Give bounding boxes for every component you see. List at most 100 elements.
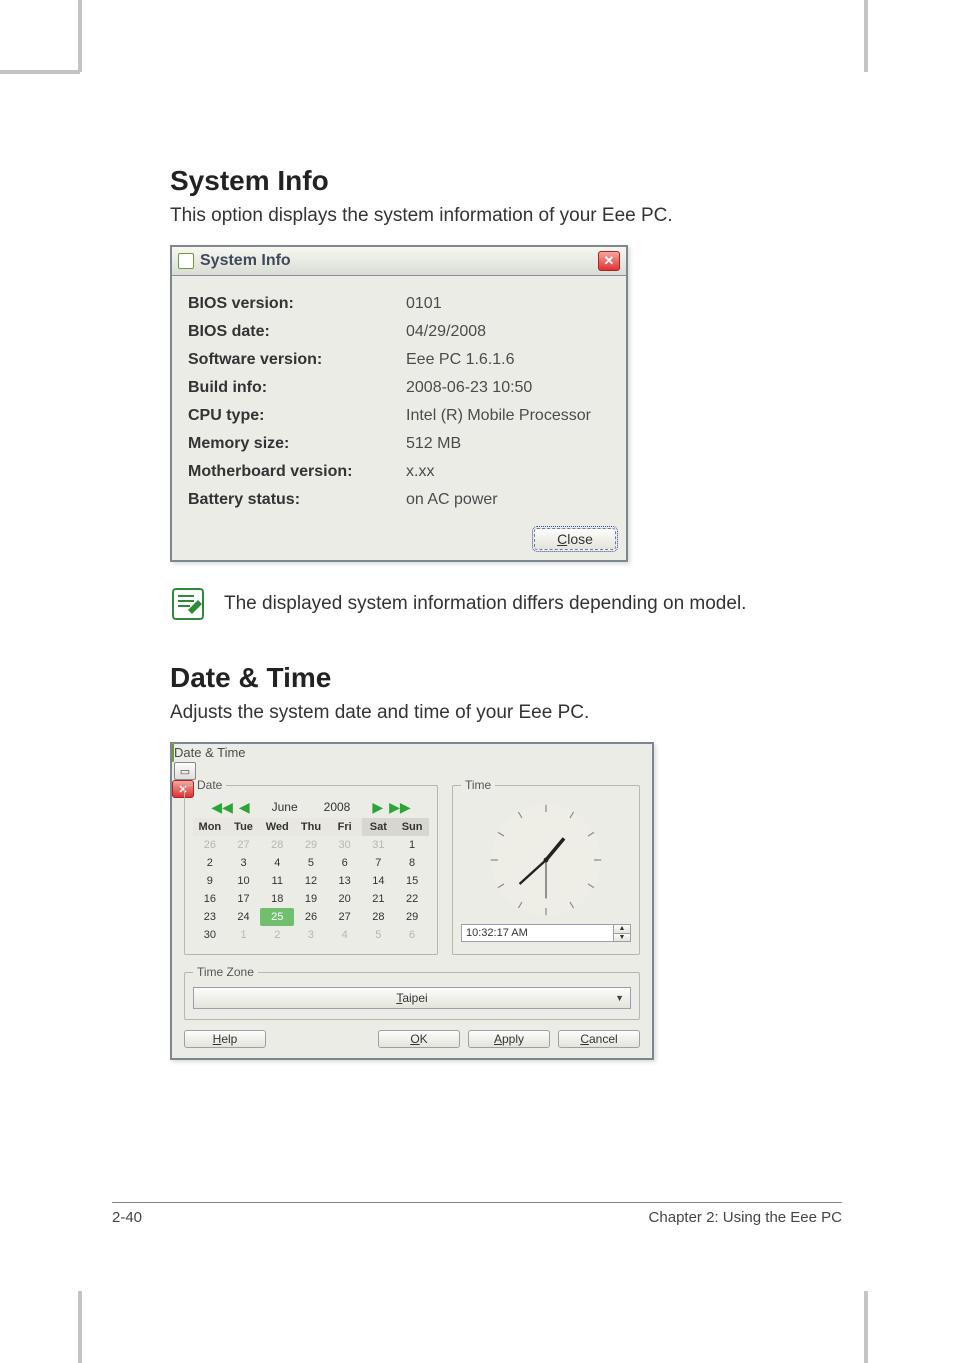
calendar-day[interactable]: 29 — [395, 908, 429, 926]
sysinfo-row: BIOS date:04/29/2008 — [188, 318, 610, 346]
calendar-day[interactable]: 30 — [328, 836, 362, 854]
sysinfo-key: Build info: — [188, 374, 406, 402]
calendar-day[interactable]: 22 — [395, 890, 429, 908]
spin-down-icon[interactable]: ▼ — [614, 934, 630, 942]
calendar-day[interactable]: 21 — [362, 890, 396, 908]
calendar-day[interactable]: 1 — [395, 836, 429, 854]
analog-clock — [461, 800, 631, 920]
calendar-day[interactable]: 14 — [362, 872, 396, 890]
sysinfo-value: Eee PC 1.6.1.6 — [406, 346, 610, 374]
prev-year-icon[interactable]: ◀◀ — [211, 800, 233, 814]
calendar-day[interactable]: 30 — [193, 926, 227, 944]
sysinfo-value: Intel (R) Mobile Processor — [406, 402, 610, 430]
calendar-day[interactable]: 3 — [227, 854, 261, 872]
calendar-day[interactable]: 4 — [260, 854, 294, 872]
calendar-day[interactable]: 6 — [328, 854, 362, 872]
sysinfo-key: BIOS version: — [188, 290, 406, 318]
calendar-day[interactable]: 12 — [294, 872, 328, 890]
calendar-day[interactable]: 13 — [328, 872, 362, 890]
date-time-dialog: Date & Time ▭ ✕ Date ◀◀ ◀ June 2008 — [170, 742, 654, 1060]
timezone-value: Taipei — [396, 991, 427, 1005]
calendar-day[interactable]: 19 — [294, 890, 328, 908]
sysinfo-row: Battery status:on AC power — [188, 486, 610, 514]
calendar-day[interactable]: 27 — [328, 908, 362, 926]
calendar-day[interactable]: 18 — [260, 890, 294, 908]
sysinfo-row: Software version:Eee PC 1.6.1.6 — [188, 346, 610, 374]
weekday-header: Sun — [395, 818, 429, 836]
calendar-day[interactable]: 29 — [294, 836, 328, 854]
calendar-day[interactable]: 2 — [260, 926, 294, 944]
calendar-day[interactable]: 15 — [395, 872, 429, 890]
prev-month-icon[interactable]: ◀ — [239, 800, 250, 814]
calendar-day[interactable]: 9 — [193, 872, 227, 890]
timezone-select[interactable]: Taipei ▼ — [193, 987, 631, 1009]
calendar-table[interactable]: MonTueWedThuFriSatSun 262728293031123456… — [193, 818, 429, 944]
note-icon — [170, 586, 206, 622]
timezone-legend: Time Zone — [193, 965, 258, 979]
chapter-label: Chapter 2: Using the Eee PC — [649, 1209, 842, 1226]
note-text: The displayed system information differs… — [224, 593, 746, 615]
calendar-day[interactable]: 20 — [328, 890, 362, 908]
system-info-titlebar[interactable]: System Info ✕ — [172, 247, 626, 276]
heading-date-time: Date & Time — [170, 662, 840, 694]
sysinfo-value: 04/29/2008 — [406, 318, 610, 346]
date-time-titlebar[interactable]: Date & Time ▭ ✕ — [172, 744, 652, 768]
crop-mark — [78, 0, 82, 72]
chevron-down-icon: ▼ — [615, 993, 624, 1003]
help-button[interactable]: Help — [184, 1030, 266, 1048]
sysinfo-value: on AC power — [406, 486, 610, 514]
sysinfo-key: Memory size: — [188, 430, 406, 458]
weekday-header: Wed — [260, 818, 294, 836]
sysinfo-value: 2008-06-23 10:50 — [406, 374, 610, 402]
system-info-dialog: System Info ✕ BIOS version:0101BIOS date… — [170, 245, 628, 562]
calendar-day[interactable]: 24 — [227, 908, 261, 926]
weekday-header: Sat — [362, 818, 396, 836]
calendar-day[interactable]: 25 — [260, 908, 294, 926]
weekday-header: Mon — [193, 818, 227, 836]
time-input[interactable] — [461, 924, 614, 942]
weekday-header: Thu — [294, 818, 328, 836]
calendar-day[interactable]: 4 — [328, 926, 362, 944]
time-spinner[interactable]: ▲▼ — [614, 924, 631, 942]
sysinfo-key: Battery status: — [188, 486, 406, 514]
calendar-day[interactable]: 26 — [193, 836, 227, 854]
calendar-day[interactable]: 23 — [193, 908, 227, 926]
next-month-icon[interactable]: ▶ — [372, 800, 383, 814]
calendar-day[interactable]: 16 — [193, 890, 227, 908]
calendar-day[interactable]: 2 — [193, 854, 227, 872]
sysinfo-row: Motherboard version:x.xx — [188, 458, 610, 486]
month-label: June — [272, 800, 298, 814]
calendar-day[interactable]: 1 — [227, 926, 261, 944]
system-info-body: BIOS version:0101BIOS date:04/29/2008Sof… — [172, 276, 626, 524]
calendar-day[interactable]: 31 — [362, 836, 396, 854]
calendar-day[interactable]: 17 — [227, 890, 261, 908]
ok-button[interactable]: OK — [378, 1030, 460, 1048]
next-year-icon[interactable]: ▶▶ — [389, 800, 411, 814]
heading-system-info: System Info — [170, 165, 840, 197]
calendar-day[interactable]: 28 — [362, 908, 396, 926]
calendar-day[interactable]: 28 — [260, 836, 294, 854]
calendar-day[interactable]: 11 — [260, 872, 294, 890]
date-fieldset: Date ◀◀ ◀ June 2008 ▶ ▶▶ — [184, 778, 438, 955]
calendar-day[interactable]: 10 — [227, 872, 261, 890]
calendar-day[interactable]: 5 — [294, 854, 328, 872]
calendar-day[interactable]: 27 — [227, 836, 261, 854]
calendar-day[interactable]: 5 — [362, 926, 396, 944]
calendar-day[interactable]: 7 — [362, 854, 396, 872]
calendar-day[interactable]: 8 — [395, 854, 429, 872]
time-fieldset: Time — [452, 778, 640, 955]
system-info-description: This option displays the system informat… — [170, 205, 840, 227]
sysinfo-value: 512 MB — [406, 430, 610, 458]
spin-up-icon[interactable]: ▲ — [614, 925, 630, 934]
note-row: The displayed system information differs… — [170, 586, 840, 622]
sysinfo-value: x.xx — [406, 458, 610, 486]
sysinfo-value: 0101 — [406, 290, 610, 318]
time-legend: Time — [461, 778, 495, 792]
close-button[interactable]: Close — [534, 528, 616, 550]
apply-button[interactable]: Apply — [468, 1030, 550, 1048]
cancel-button[interactable]: Cancel — [558, 1030, 640, 1048]
calendar-day[interactable]: 26 — [294, 908, 328, 926]
close-icon[interactable]: ✕ — [598, 251, 620, 271]
calendar-day[interactable]: 6 — [395, 926, 429, 944]
calendar-day[interactable]: 3 — [294, 926, 328, 944]
